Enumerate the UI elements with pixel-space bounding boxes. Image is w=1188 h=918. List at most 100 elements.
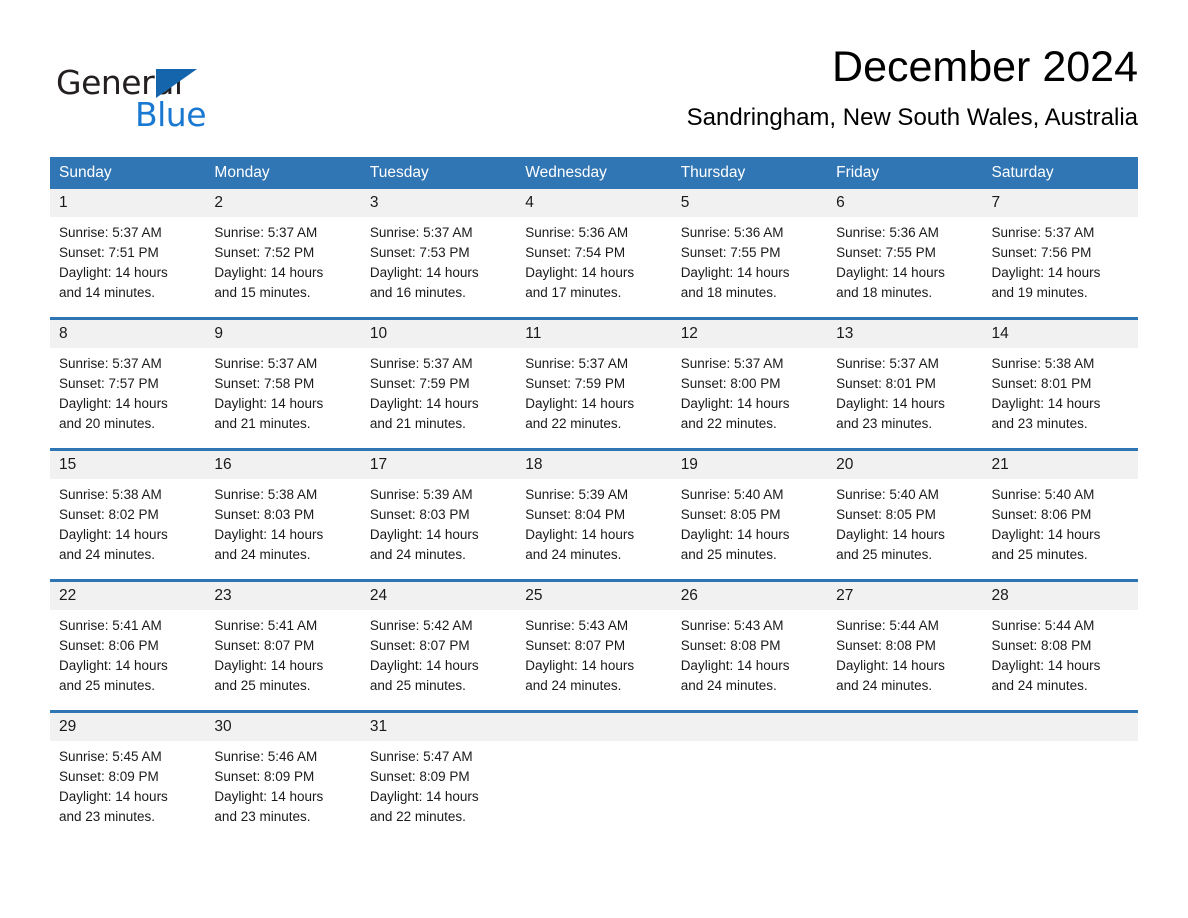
day-number[interactable]: 28 xyxy=(982,579,1138,610)
day-daylight-2-line: and 16 minutes. xyxy=(369,285,466,300)
calendar-grid: Sunday Monday Tuesday Wednesday Thursday… xyxy=(50,157,1138,841)
day-detail-cell[interactable]: Sunrise: 5:39 AM Sunset: 8:03 PM Daylight:… xyxy=(360,479,517,581)
day-number[interactable]: 27 xyxy=(827,579,983,610)
day-detail-cell[interactable]: Sunrise: 5:42 AM Sunset: 8:07 PM Daylight:… xyxy=(360,610,517,712)
calendar-table: Sunday Monday Tuesday Wednesday Thursday… xyxy=(50,157,1138,841)
day-detail-cell[interactable]: Sunrise: 5:37 AM Sunset: 7:57 PM Daylight:… xyxy=(50,348,206,450)
weekday-header-thursday: Thursday xyxy=(671,157,828,189)
day-number[interactable]: 11 xyxy=(516,317,672,348)
day-daylight-1-line: Daylight: 14 hours xyxy=(369,396,479,411)
weekday-header-monday: Monday xyxy=(205,157,361,189)
day-detail-cell[interactable]: Sunrise: 5:39 AM Sunset: 8:04 PM Daylight:… xyxy=(516,479,672,581)
day-detail-cell[interactable]: Sunrise: 5:37 AM Sunset: 7:59 PM Daylight:… xyxy=(516,348,672,450)
day-sunrise-line: Sunrise: 5:40 AM xyxy=(680,487,784,502)
day-sunset-line: Sunset: 8:03 PM xyxy=(214,507,315,522)
day-detail-cell[interactable]: Sunrise: 5:36 AM Sunset: 7:55 PM Daylight:… xyxy=(827,217,983,319)
day-detail-cell[interactable]: Sunrise: 5:43 AM Sunset: 8:07 PM Daylight:… xyxy=(516,610,672,712)
day-number[interactable]: 5 xyxy=(671,189,828,217)
day-daylight-1-line: Daylight: 14 hours xyxy=(525,527,635,542)
day-daylight-1-line: Daylight: 14 hours xyxy=(59,527,168,542)
day-detail-cell[interactable]: Sunrise: 5:37 AM Sunset: 8:00 PM Daylight:… xyxy=(671,348,828,450)
day-detail-cell[interactable]: Sunrise: 5:43 AM Sunset: 8:08 PM Daylight:… xyxy=(671,610,828,712)
general-blue-logo[interactable]: General Blue xyxy=(56,52,276,142)
day-number[interactable]: 25 xyxy=(516,579,672,610)
day-sunset-line: Sunset: 8:09 PM xyxy=(214,769,315,784)
day-daylight-1-line: Daylight: 14 hours xyxy=(680,527,790,542)
day-number[interactable]: 2 xyxy=(205,189,361,217)
logo-word-blue: Blue xyxy=(135,95,207,134)
day-number[interactable]: 17 xyxy=(360,448,517,479)
day-daylight-1-line: Daylight: 14 hours xyxy=(369,789,479,804)
day-number[interactable]: 6 xyxy=(827,189,983,217)
day-sunrise-line: Sunrise: 5:36 AM xyxy=(836,225,939,240)
day-number[interactable]: 30 xyxy=(205,710,361,741)
day-detail-cell[interactable]: Sunrise: 5:37 AM Sunset: 7:51 PM Daylight:… xyxy=(50,217,206,319)
day-number[interactable]: 16 xyxy=(205,448,361,479)
day-sunset-line: Sunset: 7:52 PM xyxy=(214,245,315,260)
calendar-body: 1 2 3 4 5 6 7 Sunrise: 5:37 AM Sunset: 7:51 PM Da… xyxy=(50,189,1138,841)
day-detail-cell[interactable]: Sunrise: 5:37 AM Sunset: 7:53 PM Daylight:… xyxy=(360,217,517,319)
day-number[interactable]: 4 xyxy=(516,189,672,217)
week-detail-row: Sunrise: 5:37 AM Sunset: 7:57 PM Daylight:… xyxy=(50,348,1138,450)
day-daylight-1-line: Daylight: 14 hours xyxy=(991,658,1101,673)
day-number[interactable]: 21 xyxy=(982,448,1138,479)
day-detail-cell[interactable]: Sunrise: 5:37 AM Sunset: 8:01 PM Daylight:… xyxy=(827,348,983,450)
day-detail-cell[interactable]: Sunrise: 5:37 AM Sunset: 7:58 PM Daylight:… xyxy=(205,348,361,450)
day-detail-cell[interactable]: Sunrise: 5:44 AM Sunset: 8:08 PM Daylight:… xyxy=(827,610,983,712)
day-detail-cell[interactable]: Sunrise: 5:40 AM Sunset: 8:06 PM Daylight:… xyxy=(982,479,1138,581)
day-number[interactable]: 23 xyxy=(205,579,361,610)
day-sunset-line: Sunset: 7:58 PM xyxy=(214,376,315,391)
day-daylight-1-line: Daylight: 14 hours xyxy=(369,265,479,280)
day-number[interactable]: 7 xyxy=(982,189,1138,217)
day-sunrise-line: Sunrise: 5:45 AM xyxy=(59,749,162,764)
day-sunrise-line: Sunrise: 5:37 AM xyxy=(525,356,629,371)
day-detail-cell[interactable]: Sunrise: 5:36 AM Sunset: 7:54 PM Daylight:… xyxy=(516,217,672,319)
day-number[interactable]: 31 xyxy=(360,710,517,741)
day-detail-cell[interactable]: Sunrise: 5:46 AM Sunset: 8:09 PM Daylight:… xyxy=(205,741,361,841)
day-daylight-1-line: Daylight: 14 hours xyxy=(525,265,635,280)
weekday-header-friday: Friday xyxy=(827,157,983,189)
day-daylight-1-line: Daylight: 14 hours xyxy=(836,396,945,411)
day-number[interactable]: 20 xyxy=(827,448,983,479)
day-detail-cell[interactable]: Sunrise: 5:41 AM Sunset: 8:07 PM Daylight:… xyxy=(205,610,361,712)
calendar-page: General Blue December 2024 Sandringham, … xyxy=(0,0,1188,918)
day-number[interactable]: 13 xyxy=(827,317,983,348)
day-number[interactable]: 3 xyxy=(360,189,517,217)
day-number[interactable]: 22 xyxy=(50,579,206,610)
day-detail-cell[interactable]: Sunrise: 5:36 AM Sunset: 7:55 PM Daylight:… xyxy=(671,217,828,319)
day-detail-cell[interactable]: Sunrise: 5:37 AM Sunset: 7:52 PM Daylight:… xyxy=(205,217,361,319)
day-detail-cell[interactable]: Sunrise: 5:38 AM Sunset: 8:01 PM Daylight:… xyxy=(982,348,1138,450)
day-number[interactable]: 15 xyxy=(50,448,206,479)
day-number[interactable]: 29 xyxy=(50,710,206,741)
day-sunrise-line: Sunrise: 5:37 AM xyxy=(59,225,162,240)
day-daylight-2-line: and 23 minutes. xyxy=(836,416,933,431)
day-number[interactable]: 26 xyxy=(671,579,828,610)
day-detail-cell[interactable]: Sunrise: 5:40 AM Sunset: 8:05 PM Daylight:… xyxy=(827,479,983,581)
day-detail-cell[interactable]: Sunrise: 5:44 AM Sunset: 8:08 PM Daylight:… xyxy=(982,610,1138,712)
day-sunrise-line: Sunrise: 5:44 AM xyxy=(836,618,939,633)
day-number[interactable]: 1 xyxy=(50,189,206,217)
day-detail-cell[interactable]: Sunrise: 5:38 AM Sunset: 8:03 PM Daylight:… xyxy=(205,479,361,581)
day-number[interactable]: 19 xyxy=(671,448,828,479)
day-number[interactable]: 24 xyxy=(360,579,517,610)
day-sunrise-line: Sunrise: 5:41 AM xyxy=(59,618,162,633)
day-number[interactable]: 14 xyxy=(982,317,1138,348)
day-sunrise-line: Sunrise: 5:41 AM xyxy=(214,618,318,633)
day-detail-cell[interactable]: Sunrise: 5:47 AM Sunset: 8:09 PM Daylight:… xyxy=(360,741,517,841)
day-number[interactable]: 12 xyxy=(671,317,828,348)
week-daynumber-row: 22 23 24 25 26 27 28 xyxy=(50,579,1138,610)
day-detail-cell[interactable]: Sunrise: 5:37 AM Sunset: 7:56 PM Daylight:… xyxy=(982,217,1138,319)
day-number[interactable]: 10 xyxy=(360,317,517,348)
day-detail-cell[interactable]: Sunrise: 5:38 AM Sunset: 8:02 PM Daylight:… xyxy=(50,479,206,581)
day-number[interactable]: 9 xyxy=(205,317,361,348)
day-detail-cell[interactable]: Sunrise: 5:37 AM Sunset: 7:59 PM Daylight:… xyxy=(360,348,517,450)
day-detail-cell[interactable]: Sunrise: 5:45 AM Sunset: 8:09 PM Daylight:… xyxy=(50,741,206,841)
day-sunset-line: Sunset: 7:53 PM xyxy=(369,245,470,260)
day-number[interactable]: 18 xyxy=(516,448,672,479)
day-detail-cell[interactable]: Sunrise: 5:41 AM Sunset: 8:06 PM Daylight:… xyxy=(50,610,206,712)
day-sunrise-line: Sunrise: 5:47 AM xyxy=(369,749,473,764)
day-detail-cell[interactable]: Sunrise: 5:40 AM Sunset: 8:05 PM Daylight:… xyxy=(671,479,828,581)
empty-day-cell xyxy=(982,741,1138,841)
day-daylight-1-line: Daylight: 14 hours xyxy=(214,265,324,280)
day-number[interactable]: 8 xyxy=(50,317,206,348)
